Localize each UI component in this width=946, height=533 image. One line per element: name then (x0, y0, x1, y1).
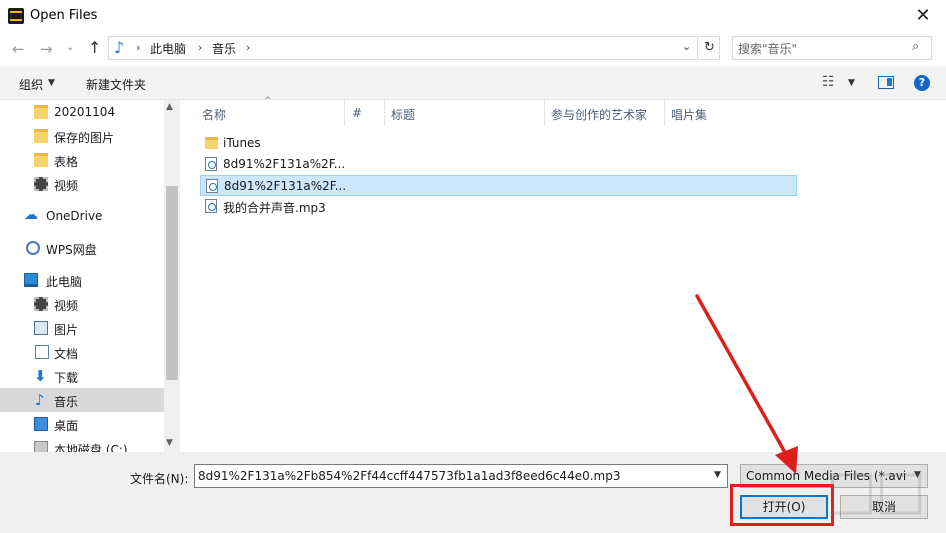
app-icon (8, 8, 24, 24)
music-note-icon: ♪ (114, 38, 125, 57)
column-divider[interactable] (544, 100, 545, 126)
sidebar-item-this-pc[interactable]: 此电脑 (0, 268, 164, 292)
sidebar-item-label: 此电脑 (46, 275, 83, 289)
column-divider[interactable] (664, 100, 665, 126)
sidebar-item-music[interactable]: ♪ 音乐 (0, 388, 164, 412)
sidebar-item-label: WPS网盘 (46, 243, 97, 257)
column-divider[interactable] (384, 100, 385, 126)
list-item[interactable]: iTunes (200, 133, 797, 154)
list-item[interactable]: 8d91%2F131a%2F... (200, 154, 797, 175)
sidebar-item-label: 保存的图片 (54, 131, 115, 145)
filename-label: 文件名(N): (130, 472, 189, 486)
new-folder-button[interactable]: 新建文件夹 (86, 76, 146, 93)
scroll-down-arrow-icon[interactable]: ▼ (166, 438, 173, 448)
sidebar-item-saved-pictures[interactable]: 保存的图片 (0, 124, 164, 148)
picture-icon (34, 321, 48, 335)
sidebar-item-label: 视频 (54, 179, 79, 193)
annotation-highlight-box (730, 484, 834, 526)
sidebar-item-20201104[interactable]: 20201104 (0, 100, 164, 124)
chevron-down-icon[interactable]: ⌄ (682, 40, 691, 53)
breadcrumb-this-pc[interactable]: 此电脑 (150, 40, 186, 57)
back-arrow-icon[interactable]: ← (12, 40, 25, 58)
folder-icon (34, 153, 48, 167)
sidebar-item-pictures[interactable]: 图片 (0, 316, 164, 340)
desktop-icon (34, 417, 48, 431)
close-icon[interactable]: ✕ (908, 4, 938, 28)
video-icon (34, 297, 48, 311)
sidebar-item-label: OneDrive (46, 209, 103, 223)
folder-icon (34, 105, 48, 119)
sidebar-item-onedrive[interactable]: ☁ OneDrive (0, 204, 164, 228)
sidebar-item-label: 本地磁盘 (C:) (54, 443, 128, 452)
breadcrumb-music[interactable]: 音乐 (212, 40, 236, 57)
preview-pane-icon[interactable] (878, 76, 894, 89)
video-icon (34, 177, 48, 191)
sidebar-item-label: 音乐 (54, 395, 79, 409)
sidebar-item-documents[interactable]: 文档 (0, 340, 164, 364)
column-header-album[interactable]: 唱片集 (671, 106, 707, 123)
help-icon[interactable]: ? (914, 75, 930, 91)
sidebar-item-desktop[interactable]: 桌面 (0, 412, 164, 436)
recent-locations-chevron-icon[interactable]: ⌄ (66, 42, 74, 53)
search-icon[interactable]: ⌕ (912, 39, 919, 54)
disk-icon (34, 441, 48, 452)
breadcrumb-chevron-icon[interactable]: › (246, 41, 250, 54)
file-name: 8d91%2F131a%2F... (224, 179, 347, 193)
title-bar (0, 0, 946, 32)
window-title: Open Files (30, 8, 98, 23)
sidebar-item-label: 图片 (54, 323, 79, 337)
sidebar-item-downloads[interactable]: ⬇ 下载 (0, 364, 164, 388)
file-name: 我的合并声音.mp3 (223, 201, 326, 215)
document-icon (35, 345, 49, 359)
sidebar-item-label: 下载 (54, 371, 79, 385)
breadcrumb-chevron-icon[interactable]: › (136, 41, 140, 54)
audio-file-icon (205, 157, 217, 171)
audio-file-icon (206, 179, 218, 193)
sidebar-item-local-disk-c[interactable]: 本地磁盘 (C:) (0, 436, 164, 452)
column-divider[interactable] (344, 100, 345, 126)
refresh-button[interactable]: ↻ (700, 36, 720, 60)
column-header-number[interactable]: # (352, 106, 362, 120)
navigation-pane: 20201104 保存的图片 表格 视频 ☁ OneDrive WPS网盘 此电… (0, 100, 180, 452)
search-placeholder: 搜索"音乐" (738, 42, 798, 56)
sidebar-item-spreadsheets[interactable]: 表格 (0, 148, 164, 172)
sidebar-item-label: 桌面 (54, 419, 79, 433)
file-name: 8d91%2F131a%2F... (223, 157, 346, 171)
sidebar-item-label: 20201104 (54, 105, 116, 119)
folder-icon (205, 137, 218, 149)
column-header-name[interactable]: 名称 (202, 106, 226, 123)
sidebar-item-label: 视频 (54, 299, 79, 313)
column-header-contributing-artists[interactable]: 参与创作的艺术家 (551, 106, 647, 123)
sidebar-scrollbar-thumb[interactable] (166, 186, 178, 380)
cloud-icon: ☁ (24, 207, 38, 223)
breadcrumb-chevron-icon[interactable]: › (198, 41, 202, 54)
sort-ascending-icon: ^ (264, 96, 272, 106)
sidebar-item-label: 表格 (54, 155, 79, 169)
list-item[interactable]: 我的合并声音.mp3 (200, 196, 797, 217)
sidebar-item-videos-quick[interactable]: 视频 (0, 172, 164, 196)
up-arrow-icon[interactable]: ↑ (88, 38, 101, 57)
chevron-down-icon[interactable]: ▼ (714, 470, 721, 480)
address-bar[interactable] (108, 36, 698, 60)
sidebar-item-videos[interactable]: 视频 (0, 292, 164, 316)
sidebar-item-label: 文档 (54, 347, 79, 361)
filename-value: 8d91%2F131a%2Fb854%2Ff44ccff447573fb1a1a… (198, 469, 621, 483)
chevron-down-icon[interactable]: ▼ (848, 78, 855, 88)
organize-menu[interactable]: 组织 (19, 76, 43, 93)
computer-icon (24, 273, 38, 287)
folder-icon (34, 129, 48, 143)
audio-file-icon (205, 199, 217, 213)
music-icon: ♪ (35, 391, 45, 409)
view-options-icon[interactable]: ☷ (822, 74, 835, 90)
scroll-up-arrow-icon[interactable]: ▲ (166, 102, 173, 112)
column-header-title[interactable]: 标题 (391, 106, 415, 123)
watermark-logo: □□ (826, 458, 926, 521)
sidebar-item-wps-cloud[interactable]: WPS网盘 (0, 236, 164, 260)
forward-arrow-icon[interactable]: → (40, 40, 53, 58)
download-icon: ⬇ (34, 367, 47, 385)
chevron-down-icon[interactable]: ▼ (48, 78, 55, 88)
list-item-selected[interactable]: 8d91%2F131a%2F... (200, 175, 797, 196)
file-name: iTunes (223, 136, 261, 150)
wps-cloud-icon (26, 241, 40, 255)
